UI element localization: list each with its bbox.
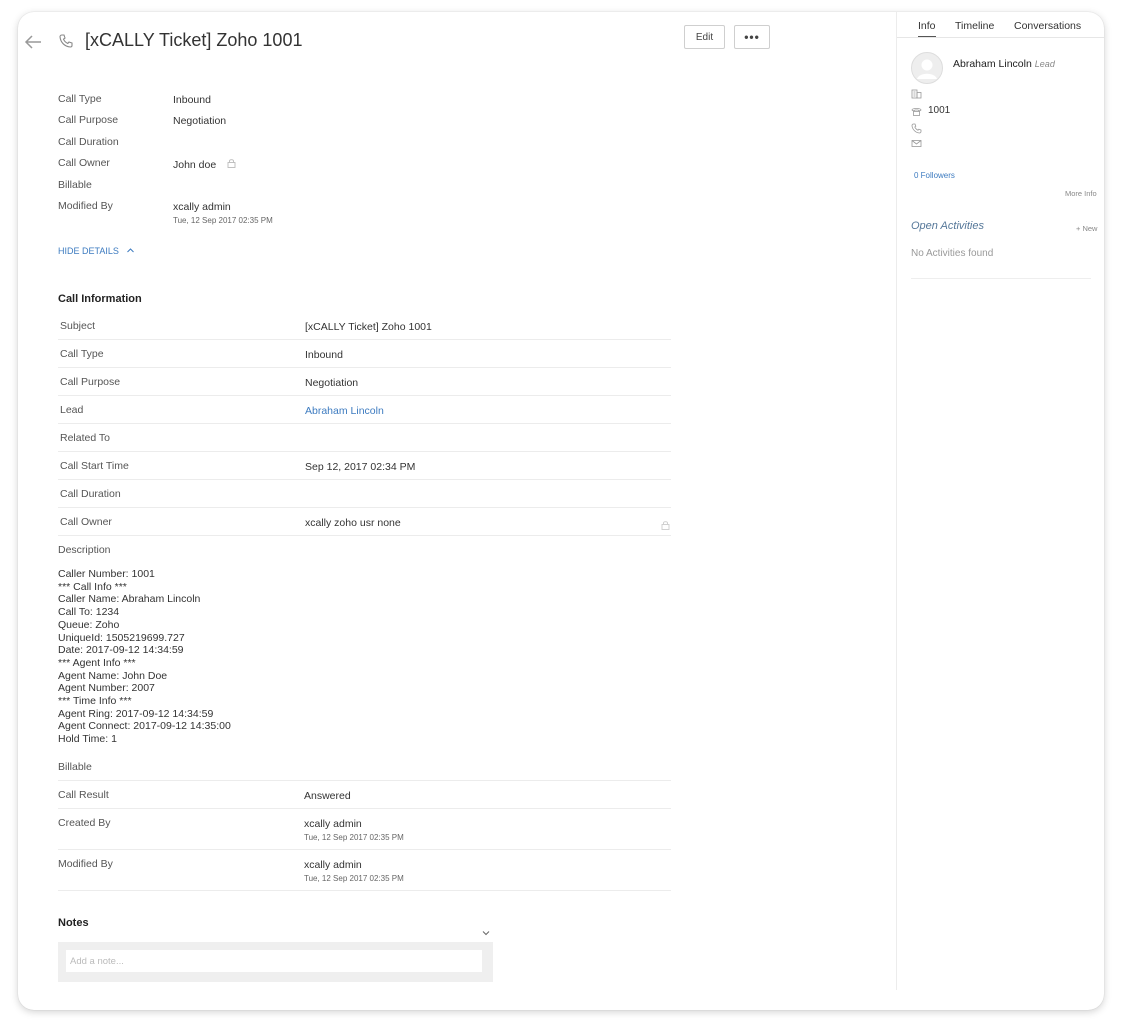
detail-row-call-owner: Call Owner xcally zoho usr none xyxy=(58,508,671,536)
more-actions-button[interactable]: ••• xyxy=(734,25,770,49)
right-sidebar: Info Timeline Conversations Abraham Linc… xyxy=(896,12,1104,990)
description-line: Call To: 1234 xyxy=(58,606,120,619)
page-title: [xCALLY Ticket] Zoho 1001 xyxy=(85,30,303,50)
call-information-title: Call Information xyxy=(58,293,142,305)
description-line: Hold Time: 1 xyxy=(58,733,117,746)
phone-number[interactable]: 1001 xyxy=(928,105,950,116)
detail-row-modified-by: Modified By xcally admin Tue, 12 Sep 201… xyxy=(58,850,671,891)
description-line: *** Agent Info *** xyxy=(58,656,136,669)
description-label: Description xyxy=(58,544,111,556)
lead-link[interactable]: Abraham Lincoln xyxy=(305,405,384,417)
description-line: Agent Name: John Doe xyxy=(58,669,168,682)
mobile-phone-icon xyxy=(911,123,922,134)
record-card: [xCALLY Ticket] Zoho 1001 Edit ••• Call … xyxy=(18,12,1104,1010)
tabs-divider xyxy=(897,37,1104,38)
description-line: Caller Number: 1001 xyxy=(58,568,155,580)
description-line: UniqueId: 1505219699.727 xyxy=(58,631,185,644)
summary-call-type-value: Inbound xyxy=(173,94,211,106)
description-line: Queue: Zoho xyxy=(58,618,120,631)
description-line: Date: 2017-09-12 14:34:59 xyxy=(58,644,184,657)
detail-row-lead: Lead Abraham Lincoln xyxy=(58,396,671,424)
detail-value: xcally admin xyxy=(304,859,362,871)
telephone-icon xyxy=(911,108,922,116)
add-note-input[interactable] xyxy=(66,950,482,972)
detail-label: Call Owner xyxy=(60,516,112,528)
detail-label: Call Purpose xyxy=(60,376,121,388)
description-line: Agent Connect: 2017-09-12 14:35:00 xyxy=(58,720,231,733)
sidebar-divider xyxy=(911,278,1091,279)
main-panel: [xCALLY Ticket] Zoho 1001 Edit ••• Call … xyxy=(18,12,896,1010)
lock-icon xyxy=(661,521,670,530)
description-line: Caller Name: Abraham Lincoln xyxy=(58,593,201,606)
lock-icon xyxy=(227,159,236,168)
open-activities-title: Open Activities xyxy=(911,220,984,232)
description-line: *** Call Info *** xyxy=(58,580,127,593)
detail-label: Call Start Time xyxy=(60,460,129,472)
summary-call-purpose-value: Negotiation xyxy=(173,115,227,127)
detail-row-call-start-time: Call Start Time Sep 12, 2017 02:34 PM xyxy=(58,452,671,480)
summary-modified-by-value: xcally admin xyxy=(173,201,231,213)
hide-details-link[interactable]: HIDE DETAILS xyxy=(58,246,119,256)
edit-button[interactable]: Edit xyxy=(684,25,725,49)
detail-row-billable: Billable xyxy=(58,753,671,781)
no-activities-text: No Activities found xyxy=(911,248,994,259)
detail-label: Call Duration xyxy=(60,488,121,500)
description-line: Agent Ring: 2017-09-12 14:34:59 xyxy=(58,707,214,720)
avatar-icon[interactable] xyxy=(911,52,943,84)
detail-label: Created By xyxy=(58,817,111,829)
chevron-up-icon[interactable] xyxy=(126,246,135,255)
detail-row-call-duration: Call Duration xyxy=(58,480,671,508)
detail-label: Call Result xyxy=(58,789,109,801)
summary-call-owner-value: John doe xyxy=(173,159,217,171)
detail-row-related-to: Related To xyxy=(58,424,671,452)
mail-icon xyxy=(911,140,922,147)
followers-link[interactable]: 0 Followers xyxy=(914,171,955,180)
chevron-down-icon[interactable] xyxy=(481,929,491,937)
detail-value: xcally admin xyxy=(304,818,362,830)
detail-value: xcally zoho usr none xyxy=(305,517,401,529)
summary-billable-label: Billable xyxy=(58,179,92,191)
summary-call-owner-label: Call Owner xyxy=(58,157,110,169)
description-text: Caller Number: 1001 *** Call Info *** Call… xyxy=(58,568,231,746)
detail-label: Modified By xyxy=(58,858,113,870)
back-arrow-icon[interactable] xyxy=(24,34,42,50)
tab-timeline[interactable]: Timeline xyxy=(955,20,994,36)
detail-label: Billable xyxy=(58,761,92,773)
contact-role: Lead xyxy=(1034,59,1055,69)
detail-value: Sep 12, 2017 02:34 PM xyxy=(305,461,416,473)
detail-value: Inbound xyxy=(305,349,343,361)
tab-info[interactable]: Info xyxy=(918,20,936,38)
contact-name[interactable]: Abraham Lincoln Lead xyxy=(953,58,1055,70)
summary-modified-by-label: Modified By xyxy=(58,200,113,212)
description-line: Agent Number: 2007 xyxy=(58,682,155,695)
notes-title: Notes xyxy=(58,917,89,929)
summary-call-type-label: Call Type xyxy=(58,93,102,105)
more-info-link[interactable]: More Info xyxy=(1065,189,1097,198)
tab-conversations[interactable]: Conversations xyxy=(1014,20,1081,36)
phone-icon xyxy=(59,34,73,48)
modified-by-time: Tue, 12 Sep 2017 02:35 PM xyxy=(304,874,404,883)
detail-row-call-result: Call Result Answered xyxy=(58,781,671,809)
summary-call-duration-label: Call Duration xyxy=(58,136,119,148)
contact-name-text[interactable]: Abraham Lincoln xyxy=(953,58,1032,70)
description-line: *** Time Info *** xyxy=(58,695,132,708)
summary-call-purpose-label: Call Purpose xyxy=(58,114,119,126)
detail-row-created-by: Created By xcally admin Tue, 12 Sep 2017… xyxy=(58,809,671,850)
new-activity-link[interactable]: + New xyxy=(1076,224,1097,233)
detail-label: Related To xyxy=(60,432,111,444)
detail-value: Answered xyxy=(304,790,351,802)
detail-row-call-type: Call Type Inbound xyxy=(58,340,671,368)
notes-container xyxy=(58,942,493,982)
building-icon xyxy=(911,89,922,99)
detail-value: [xCALLY Ticket] Zoho 1001 xyxy=(305,321,432,333)
detail-value: Negotiation xyxy=(305,377,359,389)
detail-label: Lead xyxy=(60,404,84,416)
detail-row-call-purpose: Call Purpose Negotiation xyxy=(58,368,671,396)
created-by-time: Tue, 12 Sep 2017 02:35 PM xyxy=(304,833,404,842)
detail-label: Call Type xyxy=(60,348,104,360)
detail-label: Subject xyxy=(60,320,96,332)
summary-modified-by-time: Tue, 12 Sep 2017 02:35 PM xyxy=(173,216,273,225)
detail-row-subject: Subject [xCALLY Ticket] Zoho 1001 xyxy=(58,312,671,340)
